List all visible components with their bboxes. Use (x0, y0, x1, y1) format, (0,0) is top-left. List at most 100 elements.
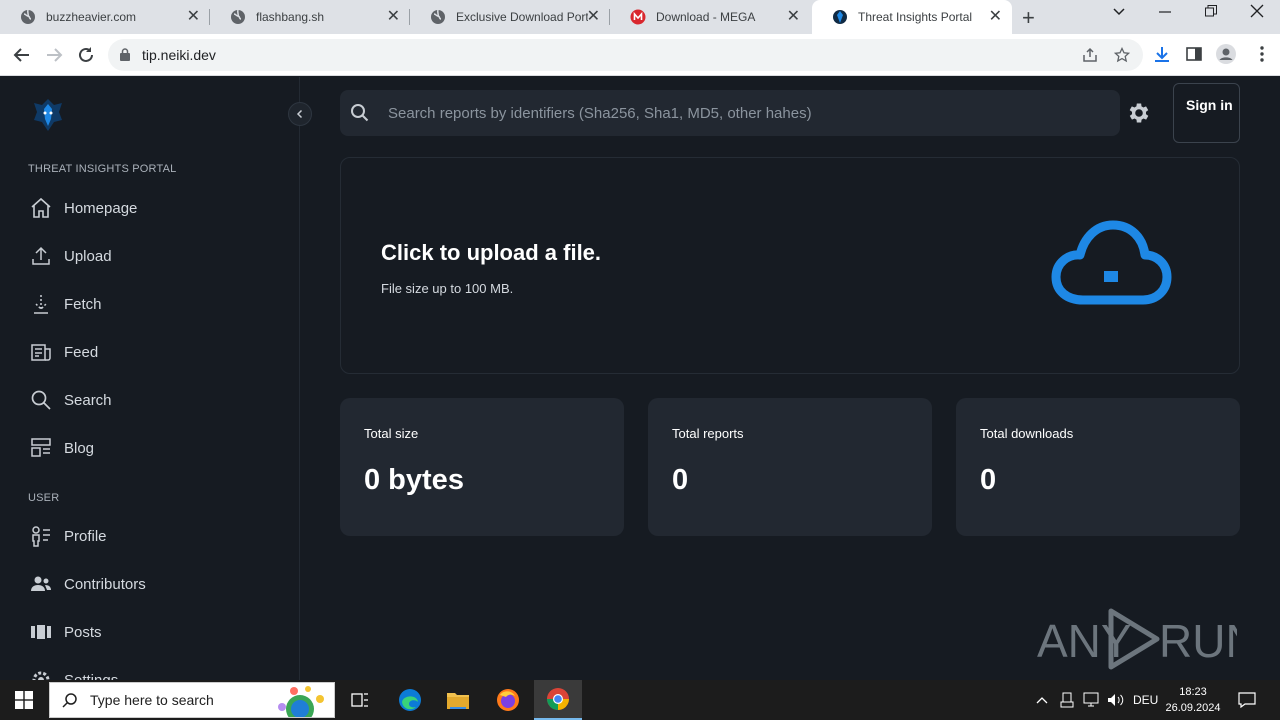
globe-icon (230, 9, 246, 25)
settings-gear-icon[interactable] (1126, 100, 1152, 131)
sidebar-item-label: Contributors (64, 575, 146, 593)
network-icon[interactable] (1083, 680, 1101, 720)
edge-browser-icon[interactable] (386, 680, 434, 720)
taskbar-search-box[interactable]: Type here to search (49, 682, 335, 718)
sidebar-item-settings[interactable]: Settings (30, 667, 118, 680)
tab-title: Exclusive Download Port (456, 10, 588, 24)
svg-text:ANY: ANY (1037, 615, 1132, 667)
bookmark-star-icon[interactable] (1112, 45, 1132, 65)
main-content: Sign in Click to upload a file. File siz… (300, 77, 1280, 680)
reload-icon[interactable] (74, 43, 98, 67)
sidebar-item-label: Upload (64, 247, 112, 265)
clock-date: 26.09.2024 (1165, 702, 1221, 714)
sidebar-item-search[interactable]: Search (30, 387, 112, 413)
close-tab-icon[interactable]: ✕ (787, 9, 800, 25)
back-arrow-icon[interactable] (10, 43, 34, 67)
taskbar-clock[interactable]: 18:23 26.09.2024 (1162, 684, 1224, 716)
blog-icon (30, 437, 52, 459)
stat-label: Total downloads (980, 426, 1074, 441)
browser-tab[interactable]: Exclusive Download Port ✕ (410, 0, 610, 34)
upload-subtitle: File size up to 100 MB. (381, 281, 514, 296)
tab-title: flashbang.sh (256, 10, 325, 24)
portal-logo-icon[interactable] (30, 97, 66, 133)
svg-text:RUN: RUN (1159, 615, 1237, 667)
browser-tab[interactable]: buzzheavier.com ✕ (0, 0, 210, 34)
browser-tab[interactable]: Download - MEGA ✕ (610, 0, 810, 34)
search-highlight-illustration-icon (278, 686, 324, 717)
clock-time: 18:23 (1179, 686, 1207, 698)
stat-value: 0 bytes (364, 464, 464, 496)
portal-icon (832, 9, 848, 25)
contributors-icon (30, 573, 52, 595)
notifications-icon[interactable] (1238, 680, 1256, 720)
profile-avatar-icon[interactable] (1216, 44, 1236, 64)
sidebar-item-label: Homepage (64, 199, 138, 217)
section-label-user: USER (28, 492, 60, 504)
search-icon (62, 693, 77, 708)
close-tab-icon[interactable]: ✕ (387, 9, 400, 25)
sidebar-item-label: Settings (64, 671, 119, 681)
url-text: tip.neiki.dev (142, 47, 216, 63)
posts-icon (30, 621, 52, 643)
feed-icon (30, 341, 52, 363)
sidebar-item-label: Blog (64, 439, 95, 457)
close-tab-icon[interactable]: ✕ (989, 9, 1002, 25)
sidebar-item-profile[interactable]: Profile (30, 523, 107, 549)
minimize-icon[interactable] (1158, 4, 1172, 23)
stat-card-total-reports: Total reports 0 (648, 398, 932, 536)
sidebar: THREAT INSIGHTS PORTAL Homepage Upload F… (0, 77, 300, 680)
volume-icon[interactable] (1107, 680, 1125, 720)
cloud-upload-icon (1049, 216, 1173, 313)
sidebar-item-upload[interactable]: Upload (30, 243, 112, 269)
collapse-sidebar-button[interactable] (288, 102, 312, 126)
taskbar-search-placeholder: Type here to search (90, 692, 214, 708)
tray-overflow-icon[interactable] (1036, 680, 1048, 720)
sidebar-item-fetch[interactable]: Fetch (30, 291, 102, 317)
share-icon[interactable] (1080, 45, 1100, 65)
restore-icon[interactable] (1204, 4, 1218, 23)
new-tab-icon[interactable]: + (1022, 5, 1035, 31)
sidebar-item-label: Posts (64, 623, 102, 641)
lock-icon (120, 48, 130, 66)
tab-title: Threat Insights Portal (858, 10, 973, 24)
browser-tab-active[interactable]: Threat Insights Portal ✕ (812, 0, 1012, 34)
stat-label: Total size (364, 426, 419, 441)
side-panel-icon[interactable] (1184, 44, 1204, 64)
close-tab-icon[interactable]: ✕ (587, 9, 600, 25)
close-window-icon[interactable] (1250, 4, 1264, 23)
sidebar-item-feed[interactable]: Feed (30, 339, 98, 365)
input-language[interactable]: DEU (1133, 680, 1158, 720)
upload-dropzone[interactable]: Click to upload a file. File size up to … (340, 157, 1240, 374)
close-tab-icon[interactable]: ✕ (187, 9, 200, 25)
report-search-bar[interactable] (340, 90, 1120, 136)
firefox-icon[interactable] (484, 680, 532, 720)
mega-icon (630, 9, 646, 25)
tab-search-icon[interactable] (1112, 4, 1126, 23)
download-icon[interactable] (1152, 44, 1172, 64)
report-search-input[interactable] (388, 90, 1108, 136)
windows-start-icon[interactable] (0, 680, 48, 720)
sign-in-button[interactable]: Sign in (1173, 83, 1240, 143)
sidebar-item-label: Search (64, 391, 112, 409)
browser-tab[interactable]: flashbang.sh ✕ (210, 0, 410, 34)
sidebar-item-homepage[interactable]: Homepage (30, 195, 137, 221)
task-view-icon[interactable] (336, 680, 384, 720)
sidebar-item-label: Feed (64, 343, 99, 361)
chrome-icon[interactable] (534, 680, 582, 720)
anyrun-watermark: ANY RUN (1037, 607, 1259, 676)
sidebar-item-label: Profile (64, 527, 107, 545)
sidebar-item-posts[interactable]: Posts (30, 619, 102, 645)
menu-kebab-icon[interactable] (1252, 44, 1272, 64)
upload-title: Click to upload a file. (381, 240, 602, 265)
fetch-icon (30, 293, 52, 315)
file-explorer-icon[interactable] (434, 680, 482, 720)
address-bar[interactable]: tip.neiki.dev (108, 39, 1143, 71)
home-icon (30, 197, 52, 219)
usb-device-icon[interactable] (1060, 680, 1074, 720)
sidebar-item-blog[interactable]: Blog (30, 435, 94, 461)
forward-arrow-icon[interactable] (42, 43, 66, 67)
stat-value: 0 (980, 464, 997, 496)
upload-icon (30, 245, 52, 267)
globe-icon (20, 9, 36, 25)
sidebar-item-contributors[interactable]: Contributors (30, 571, 146, 597)
